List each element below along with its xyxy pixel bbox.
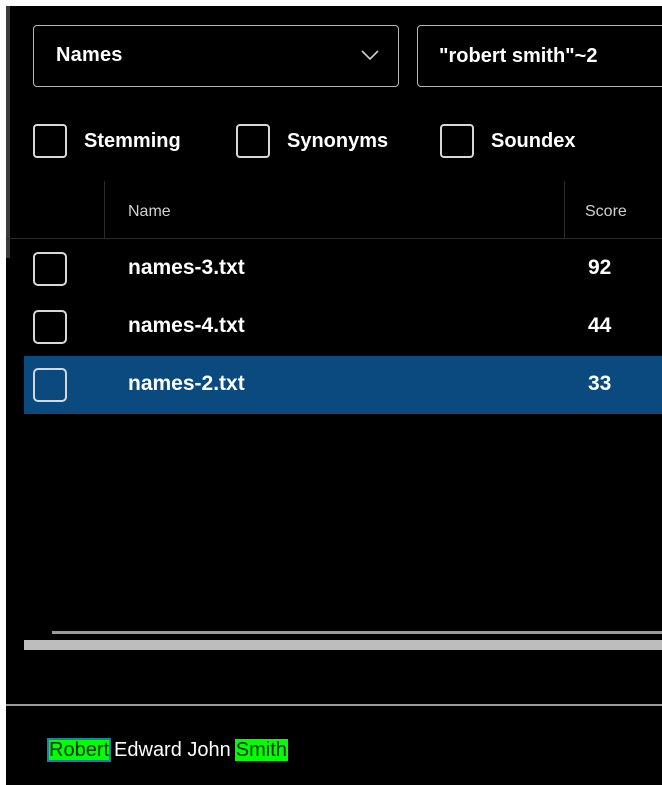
- highlighted-term[interactable]: Robert: [46, 738, 112, 762]
- soundex-label: Soundex: [491, 130, 576, 152]
- left-edge-scrollbar[interactable]: [6, 6, 10, 258]
- row-file-name: names-2.txt: [128, 372, 245, 395]
- table-row-selected[interactable]: names-2.txt 33: [24, 356, 662, 414]
- row-checkbox[interactable]: [33, 310, 67, 344]
- horizontal-scrollbar-track[interactable]: [52, 631, 662, 634]
- table-row[interactable]: names-3.txt 92: [24, 240, 662, 298]
- query-input[interactable]: [417, 25, 662, 87]
- soundex-checkbox[interactable]: [440, 124, 474, 158]
- chevron-down-icon: [361, 50, 379, 61]
- splitter-handle[interactable]: [24, 640, 662, 650]
- row-file-name: names-3.txt: [128, 256, 245, 279]
- column-header-score[interactable]: Score: [585, 203, 627, 221]
- stemming-label: Stemming: [84, 130, 181, 152]
- synonyms-label: Synonyms: [287, 130, 389, 152]
- row-score: 92: [588, 256, 612, 279]
- synonyms-option[interactable]: Synonyms: [236, 124, 416, 160]
- field-selector-value: Names: [56, 44, 123, 66]
- column-header-name[interactable]: Name: [128, 203, 171, 221]
- search-app-window: Names Stemming Synonyms Soundex Name Sco…: [6, 6, 662, 785]
- soundex-option[interactable]: Soundex: [440, 124, 610, 160]
- field-selector-dropdown[interactable]: Names: [33, 25, 399, 87]
- row-score: 33: [588, 372, 612, 395]
- column-separator[interactable]: [564, 181, 565, 239]
- highlighted-term[interactable]: Smith: [234, 739, 288, 761]
- row-file-name: names-4.txt: [128, 314, 245, 337]
- column-separator[interactable]: [104, 181, 105, 239]
- stemming-checkbox[interactable]: [33, 124, 67, 158]
- row-checkbox[interactable]: [33, 368, 67, 402]
- synonyms-checkbox[interactable]: [236, 124, 270, 158]
- preview-text: Edward John: [114, 739, 231, 761]
- table-row[interactable]: names-4.txt 44: [24, 298, 662, 356]
- document-preview: Robert Edward John Smith: [46, 735, 288, 767]
- stemming-option[interactable]: Stemming: [33, 124, 213, 160]
- row-score: 44: [588, 314, 612, 337]
- row-checkbox[interactable]: [33, 252, 67, 286]
- preview-divider: [6, 704, 662, 706]
- header-divider: [6, 238, 662, 239]
